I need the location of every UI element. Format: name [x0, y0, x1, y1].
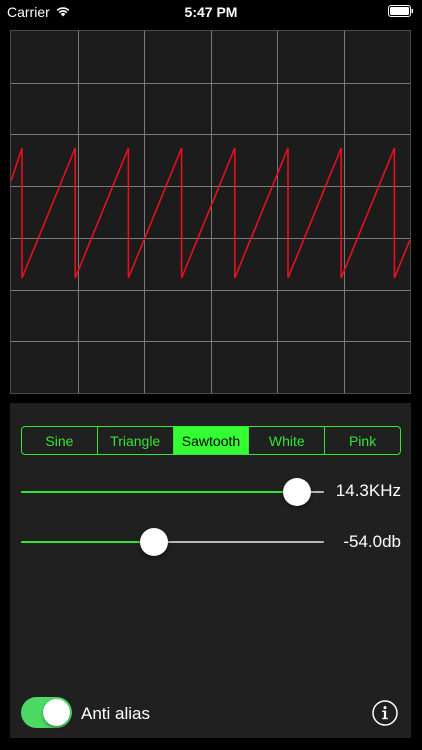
frequency-slider-fill: [21, 491, 297, 493]
volume-value: -54.0db: [343, 532, 401, 551]
volume-slider-thumb[interactable]: [140, 528, 169, 556]
waveform-option-sawtooth[interactable]: Sawtooth: [173, 427, 250, 454]
waveform-trace: [11, 147, 410, 279]
oscilloscope-svg: [11, 31, 410, 393]
battery-icon: [388, 5, 414, 17]
anti-alias-toggle[interactable]: [21, 697, 72, 728]
frequency-slider[interactable]: [21, 477, 324, 507]
volume-slider-fill: [21, 541, 155, 543]
oscilloscope-display: [10, 30, 411, 394]
volume-slider[interactable]: [21, 527, 324, 557]
status-bar: Carrier 5:47 PM: [0, 0, 422, 24]
waveform-selector: Sine Triangle Sawtooth White Pink: [21, 426, 401, 455]
waveform-option-pink[interactable]: Pink: [325, 427, 400, 454]
anti-alias-label: Anti alias: [81, 704, 150, 723]
frequency-slider-thumb[interactable]: [282, 478, 311, 506]
waveform-option-sine[interactable]: Sine: [22, 427, 98, 454]
control-panel: Sine Triangle Sawtooth White Pink 14.3KHz -5…: [10, 403, 411, 738]
waveform-option-white[interactable]: White: [249, 427, 326, 454]
waveform-option-triangle[interactable]: Triangle: [98, 427, 174, 454]
oscilloscope-grid: [11, 31, 410, 393]
status-time: 5:47 PM: [184, 4, 238, 20]
info-icon[interactable]: [372, 700, 398, 726]
frequency-value: 14.3KHz: [335, 481, 401, 500]
anti-alias-toggle-knob: [43, 699, 70, 726]
